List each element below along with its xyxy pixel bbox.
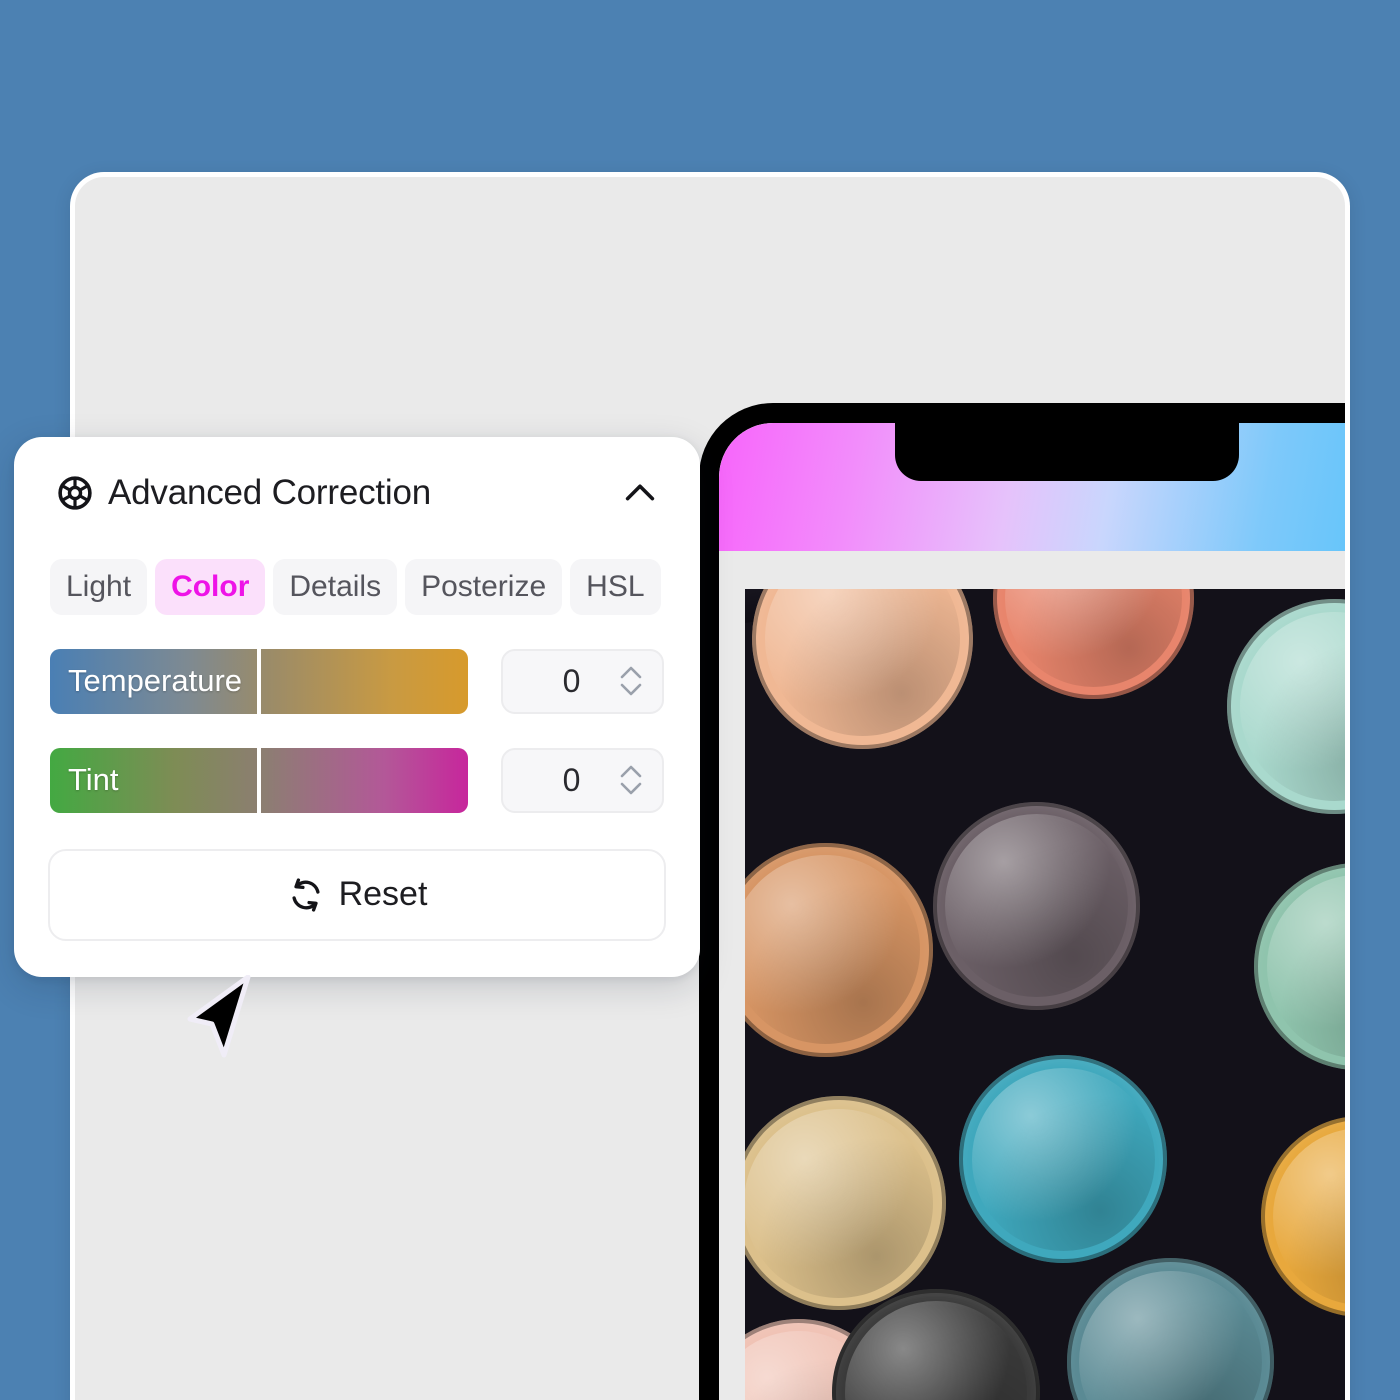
- palette-pan: [1254, 862, 1345, 1071]
- palette-pan: [745, 1096, 946, 1311]
- tint-number-field[interactable]: 0: [501, 747, 664, 813]
- tab-label: Posterize: [421, 570, 547, 603]
- tint-slider-label: Tint: [68, 762, 119, 798]
- palette-pan: [1260, 1116, 1345, 1318]
- slider-list: Temperature 0 Tint 0: [48, 648, 666, 813]
- slider-row-temperature: Temperature 0: [48, 648, 666, 714]
- tab-posterize[interactable]: Posterize: [405, 559, 563, 615]
- tab-label: HSL: [586, 570, 645, 603]
- tab-light[interactable]: Light: [50, 559, 148, 615]
- tint-value[interactable]: 0: [503, 762, 618, 799]
- palette-pan: [959, 1055, 1168, 1264]
- tab-label: Color: [171, 570, 250, 603]
- temperature-stepper-icon[interactable]: [618, 661, 644, 701]
- palette-pan: [992, 589, 1194, 699]
- tab-hsl[interactable]: HSL: [570, 559, 661, 615]
- palette-pan: [1066, 1258, 1275, 1400]
- temperature-slider-handle[interactable]: [257, 648, 261, 714]
- phone-mockup: [699, 403, 1345, 1400]
- temperature-slider[interactable]: Temperature: [50, 648, 468, 714]
- screen-root: Advanced Correction Light Color Details Pos…: [0, 0, 1400, 1400]
- reset-label: Reset: [338, 875, 428, 914]
- palette-pan: [745, 842, 933, 1057]
- reset-button[interactable]: Reset: [48, 848, 666, 941]
- phone-content-gap: [719, 551, 1345, 589]
- tint-slider-handle[interactable]: [257, 747, 261, 813]
- temperature-value[interactable]: 0: [503, 663, 618, 700]
- palette-pan: [932, 801, 1141, 1010]
- slider-row-tint: Tint 0: [48, 747, 666, 813]
- refresh-icon: [292, 877, 320, 912]
- panel-title: Advanced Correction: [108, 473, 432, 512]
- palette-pan: [751, 589, 973, 750]
- tint-slider[interactable]: Tint: [50, 747, 468, 813]
- tab-color[interactable]: Color: [155, 559, 266, 615]
- temperature-number-field[interactable]: 0: [501, 648, 664, 714]
- tint-stepper-icon[interactable]: [618, 760, 644, 800]
- chevron-up-icon[interactable]: [622, 475, 658, 511]
- tab-label: Details: [289, 570, 382, 603]
- color-wheel-icon: [58, 476, 92, 510]
- panel-header: Advanced Correction: [48, 467, 666, 513]
- tab-details[interactable]: Details: [273, 559, 398, 615]
- palette-pan: [1227, 599, 1345, 814]
- temperature-slider-label: Temperature: [68, 663, 243, 699]
- advanced-correction-panel: Advanced Correction Light Color Details Pos…: [14, 437, 700, 977]
- correction-tabs: Light Color Details Posterize HSL: [48, 559, 666, 615]
- eyeshadow-palette-photo[interactable]: [745, 589, 1345, 1400]
- tab-label: Light: [66, 570, 132, 603]
- device-notch: [895, 423, 1239, 481]
- phone-screen: [719, 423, 1345, 1400]
